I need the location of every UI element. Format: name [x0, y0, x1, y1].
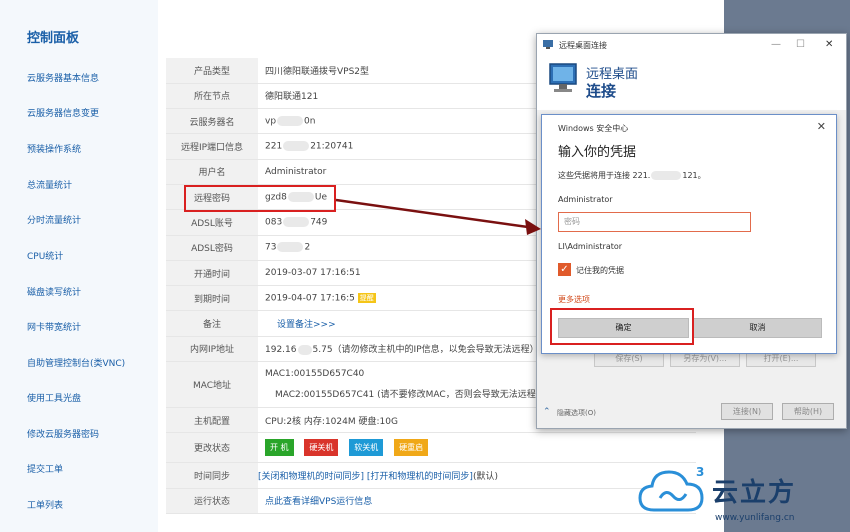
watermark-url: www.yunlifang.cn [715, 513, 795, 523]
annotation-arrow [335, 198, 541, 235]
svg-text:3: 3 [696, 465, 704, 479]
watermark-brand: 云立方 [712, 478, 797, 508]
yunlifang-logo-icon: 3 [638, 465, 704, 512]
